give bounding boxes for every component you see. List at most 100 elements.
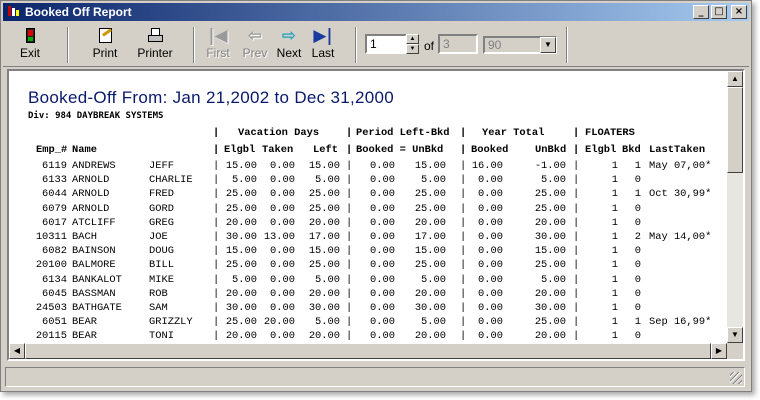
app-icon[interactable] xyxy=(6,5,20,19)
year-booked: 0.00 xyxy=(478,330,503,342)
title-bar[interactable]: Booked Off Report _ □ × xyxy=(3,3,749,21)
arrow-right-icon: ⇨ xyxy=(281,26,297,46)
vacation-taken: 0.00 xyxy=(270,288,295,300)
last-taken-date: May 07,00* xyxy=(649,160,712,172)
column-divider: | xyxy=(573,302,580,314)
column-divider: | xyxy=(346,203,353,215)
minimize-button[interactable]: _ xyxy=(693,5,709,19)
emp-number: 6079 xyxy=(42,203,67,215)
floater-elgbl: 1 xyxy=(611,259,618,271)
print-button[interactable]: Print xyxy=(87,27,123,65)
scroll-up-button[interactable]: ▲ xyxy=(727,71,743,87)
period-unbkd: 5.00 xyxy=(421,274,446,286)
floater-elgbl: 1 xyxy=(611,174,618,186)
floater-elgbl: 1 xyxy=(611,274,618,286)
column-divider: | xyxy=(573,245,580,257)
vacation-left: 17.00 xyxy=(308,231,340,243)
vacation-elgbl: 20.00 xyxy=(225,288,257,300)
scroll-down-button[interactable]: ▼ xyxy=(727,327,743,343)
year-booked: 0.00 xyxy=(478,174,503,186)
vacation-taken: 0.00 xyxy=(270,302,295,314)
vacation-elgbl: 25.00 xyxy=(225,188,257,200)
period-booked: 0.00 xyxy=(370,217,395,229)
period-unbkd: 20.00 xyxy=(414,330,446,342)
year-booked: 0.00 xyxy=(478,245,503,257)
exit-label: Exit xyxy=(19,46,40,60)
scroll-corner xyxy=(727,343,743,359)
first-page-button[interactable]: |◀ First xyxy=(203,27,233,65)
next-page-button[interactable]: ⇨ Next xyxy=(274,27,304,65)
year-unbkd: 25.00 xyxy=(534,316,566,328)
period-unbkd: 20.00 xyxy=(414,288,446,300)
prev-page-button[interactable]: ⇦ Prev xyxy=(240,27,270,65)
spin-down-icon[interactable]: ▼ xyxy=(406,44,419,54)
floater-bkd: 1 xyxy=(634,316,641,328)
vacation-days-header: Vacation Days xyxy=(238,127,320,139)
floater-elgbl: 1 xyxy=(611,160,618,172)
vacation-taken: 0.00 xyxy=(270,259,295,271)
column-divider: | xyxy=(346,302,353,314)
period-booked: 0.00 xyxy=(370,316,395,328)
employee-first-name: FRED xyxy=(149,188,174,200)
horizontal-scroll-thumb[interactable] xyxy=(25,343,711,359)
page-count-field: 3 xyxy=(438,34,478,54)
period-unbkd: 5.00 xyxy=(421,316,446,328)
printer-button[interactable]: Printer xyxy=(133,27,177,65)
vacation-left: 25.00 xyxy=(308,259,340,271)
page-number-input[interactable]: 1 xyxy=(365,34,407,54)
vacation-taken: 0.00 xyxy=(270,274,295,286)
scroll-left-button[interactable]: ◀ xyxy=(9,343,25,359)
vacation-taken: 0.00 xyxy=(270,245,295,257)
employee-first-name: SAM xyxy=(149,302,168,314)
emp-number: 20100 xyxy=(35,259,67,271)
employee-last-name: ATCLIFF xyxy=(72,217,116,229)
period-booked: 0.00 xyxy=(370,160,395,172)
vacation-elgbl: 25.00 xyxy=(225,316,257,328)
employee-last-name: BATHGATE xyxy=(72,302,122,314)
employee-last-name: BEAR xyxy=(72,330,97,342)
year-unbkd: 20.00 xyxy=(534,288,566,300)
printer-icon xyxy=(145,27,165,45)
column-header-period-booked: Booked = UnBkd xyxy=(356,144,444,156)
year-booked: 0.00 xyxy=(478,288,503,300)
last-page-button[interactable]: ▶| Last xyxy=(308,27,338,65)
year-unbkd: 30.00 xyxy=(534,302,566,314)
vacation-taken: 0.00 xyxy=(270,330,295,342)
column-divider: | xyxy=(346,160,353,172)
print-icon xyxy=(95,27,115,45)
vacation-left: 15.00 xyxy=(308,245,340,257)
close-button[interactable]: × xyxy=(731,5,747,19)
year-booked: 0.00 xyxy=(478,259,503,271)
column-divider: | xyxy=(573,274,580,286)
emp-number: 10311 xyxy=(35,231,67,243)
vacation-left: 5.00 xyxy=(315,174,340,186)
column-header-name: Name xyxy=(72,144,97,156)
period-booked: 0.00 xyxy=(370,245,395,257)
column-divider: | xyxy=(573,231,580,243)
vacation-elgbl: 30.00 xyxy=(225,302,257,314)
period-booked: 0.00 xyxy=(370,302,395,314)
zoom-value: 90 xyxy=(488,38,502,52)
resize-grip-icon[interactable] xyxy=(730,372,742,384)
vertical-scroll-thumb[interactable] xyxy=(727,87,743,173)
vacation-left: 25.00 xyxy=(308,188,340,200)
page-spinner[interactable]: ▲ ▼ xyxy=(406,34,419,54)
vacation-taken: 20.00 xyxy=(263,316,295,328)
maximize-button[interactable]: □ xyxy=(711,5,727,19)
exit-button[interactable]: Exit xyxy=(13,27,47,65)
employee-last-name: BANKALOT xyxy=(72,274,122,286)
year-unbkd: -1.00 xyxy=(534,160,566,172)
employee-first-name: GREG xyxy=(149,217,174,229)
horizontal-scrollbar[interactable]: ◀ ▶ xyxy=(9,343,727,359)
vertical-scrollbar[interactable]: ▲ ▼ xyxy=(727,71,743,343)
year-booked: 0.00 xyxy=(478,231,503,243)
employee-first-name: GRIZZLY xyxy=(149,316,193,328)
scroll-right-button[interactable]: ▶ xyxy=(711,343,727,359)
spin-up-icon[interactable]: ▲ xyxy=(406,34,419,44)
period-unbkd: 25.00 xyxy=(414,259,446,271)
chevron-down-icon[interactable]: ▼ xyxy=(540,37,556,53)
floater-elgbl: 1 xyxy=(611,188,618,200)
column-header-year-booked: Booked xyxy=(471,144,509,156)
column-header-left: Left xyxy=(313,144,338,156)
toolbar-separator xyxy=(193,27,195,63)
